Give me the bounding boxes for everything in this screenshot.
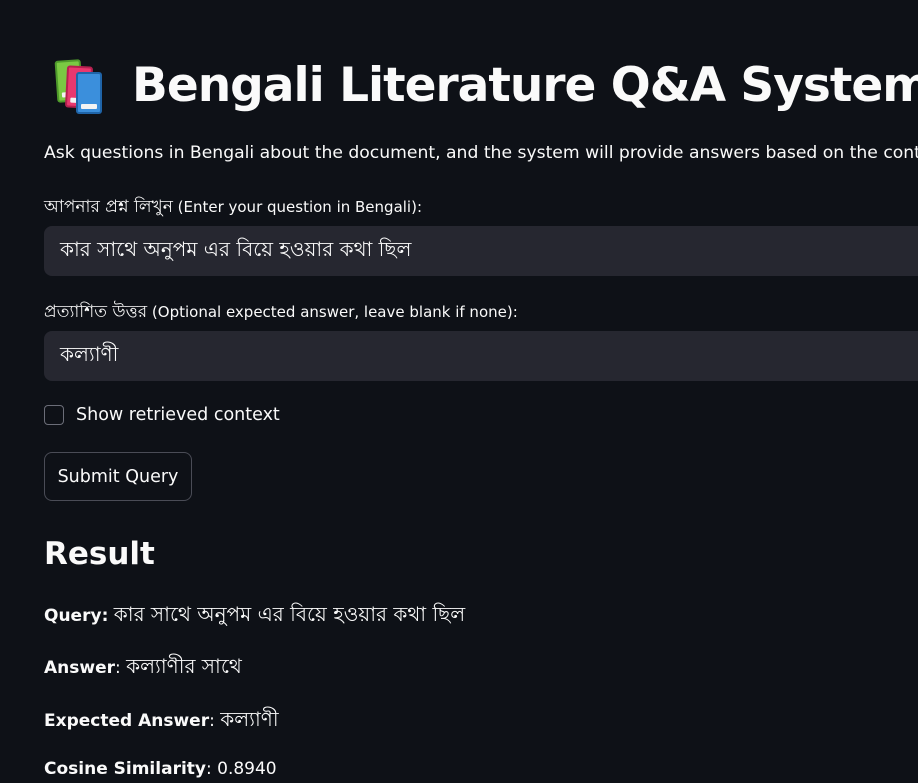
result-query-line: Query: কার সাথে অনুপম এর বিয়ে হওয়ার কথ… xyxy=(44,600,465,633)
result-expected-line: Expected Answer: কল্যাণী xyxy=(44,705,279,738)
expected-colon: : xyxy=(209,711,215,731)
show-context-label: Show retrieved context xyxy=(76,405,280,425)
result-cosine-line: Cosine Similarity: 0.8940 xyxy=(44,759,277,779)
submit-query-button[interactable]: Submit Query xyxy=(44,452,192,501)
question-label-english: (Enter your question in Bengali): xyxy=(177,198,422,216)
show-context-toggle[interactable]: Show retrieved context xyxy=(44,405,280,425)
cosine-colon: : xyxy=(205,759,212,779)
books-icon xyxy=(54,56,112,114)
result-answer-line: Answer: কল্যাণীর সাথে xyxy=(44,652,242,685)
page-header: Bengali Literature Q&A System xyxy=(54,56,918,114)
expected-answer-input[interactable]: কল্যাণী xyxy=(44,331,918,381)
result-cosine-value: 0.8940 xyxy=(217,759,277,779)
show-context-checkbox[interactable] xyxy=(44,405,64,425)
app-page: Bengali Literature Q&A System Ask questi… xyxy=(0,0,918,783)
expected-label-english: (Optional expected answer, leave blank i… xyxy=(151,303,518,321)
result-cosine-key: Cosine Similarity xyxy=(44,759,206,779)
result-expected-key: Expected Answer xyxy=(44,711,210,731)
page-description: Ask questions in Bengali about the docum… xyxy=(44,143,918,163)
expected-answer-input-value: কল্যাণী xyxy=(60,341,119,366)
result-answer-key: Answer xyxy=(44,658,115,678)
question-input[interactable]: কার সাথে অনুপম এর বিয়ে হওয়ার কথা ছিল xyxy=(44,226,918,276)
question-field-label: আপনার প্রশ্ন লিখুন (Enter your question … xyxy=(44,194,422,222)
question-input-value: কার সাথে অনুপম এর বিয়ে হওয়ার কথা ছিল xyxy=(60,236,412,261)
blue-book-shape xyxy=(76,72,102,114)
result-answer-value: কল্যাণীর সাথে xyxy=(126,654,242,678)
answer-colon: : xyxy=(115,658,121,678)
expected-answer-field-label: প্রত্যাশিত উত্তর (Optional expected answ… xyxy=(44,299,518,327)
result-heading: Result xyxy=(44,536,155,572)
page-title: Bengali Literature Q&A System xyxy=(132,57,918,113)
result-query-value: কার সাথে অনুপম এর বিয়ে হওয়ার কথা ছিল xyxy=(113,602,466,626)
result-expected-value: কল্যাণী xyxy=(220,707,279,731)
result-query-key: Query xyxy=(44,606,102,626)
query-colon: : xyxy=(101,606,109,626)
expected-label-bengali: প্রত্যাশিত উত্তর xyxy=(44,302,148,322)
question-label-bengali: আপনার প্রশ্ন লিখুন xyxy=(44,197,173,217)
